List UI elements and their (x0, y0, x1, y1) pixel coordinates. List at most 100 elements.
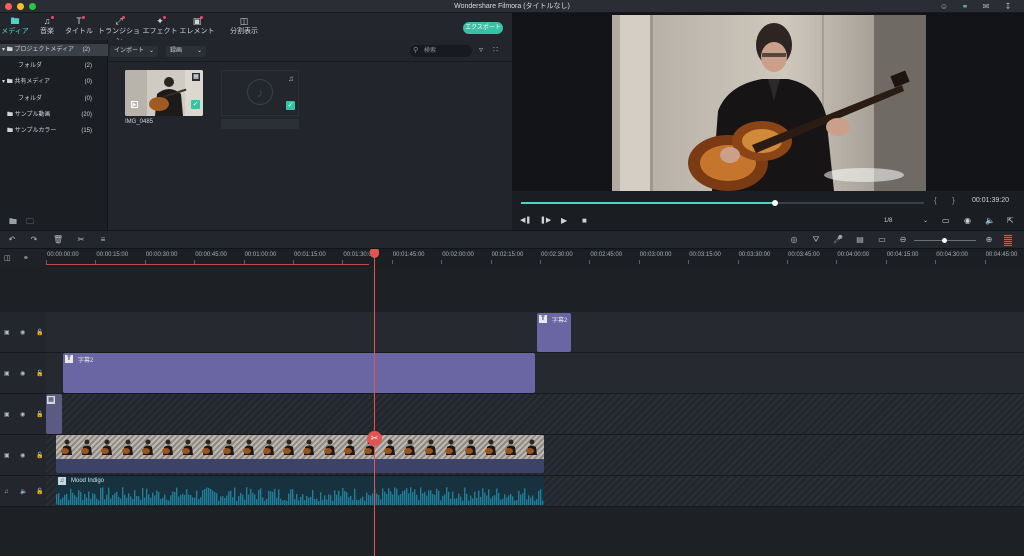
zoom-in-icon[interactable]: ⊕ (984, 235, 994, 245)
video-clip[interactable] (56, 435, 544, 473)
undo-icon[interactable]: ↶ (7, 235, 17, 245)
media-thumbnail-audio[interactable]: ♪ ♫ ✓ (221, 70, 299, 116)
export-button[interactable]: エクスポート (463, 22, 503, 34)
marker-icon[interactable]: ⛛ (811, 235, 821, 245)
playhead[interactable]: ✂ (367, 249, 382, 556)
title-clip-top[interactable]: T 字幕2 (537, 313, 571, 352)
library-item-shared-folder[interactable]: フォルダ (0) (0, 93, 108, 105)
stop-icon[interactable]: ■ (582, 216, 587, 225)
waveform-bar (286, 500, 288, 505)
lock-icon[interactable]: 🔓 (36, 451, 43, 461)
waveform-bar (400, 494, 402, 505)
playhead-handle[interactable] (370, 249, 379, 258)
tab-split-screen[interactable]: ◫ 分割表示 (228, 13, 260, 40)
waveform-bar (348, 497, 350, 505)
search-input[interactable]: 検索 (410, 45, 472, 57)
volume-icon[interactable]: 🔈 (985, 216, 995, 225)
redo-icon[interactable]: ↷ (29, 235, 39, 245)
library-item-folder[interactable]: フォルダ (2) (0, 60, 108, 72)
waveform-bar (250, 488, 252, 505)
mixer-icon[interactable]: ▤ (855, 235, 865, 245)
mark-in-icon[interactable]: { (934, 196, 937, 205)
grid-view-icon[interactable]: ∷ (493, 45, 498, 54)
subtitle-icon[interactable]: ▭ (877, 235, 887, 245)
tab-transition[interactable]: ⤢ トランジション (96, 13, 142, 45)
preview-scrubber[interactable] (521, 200, 924, 206)
lock-icon[interactable]: 🔓 (36, 410, 43, 420)
quality-dropdown[interactable]: 1/8 ⌄ (884, 216, 930, 226)
cut-icon[interactable]: ✂ (76, 235, 86, 245)
waveform-bar (454, 498, 456, 505)
overlay-clip[interactable]: ▦ (46, 394, 62, 434)
audio-type-icon: ♫ (288, 74, 294, 83)
mail-icon[interactable]: ✉ (981, 2, 991, 11)
microphone-icon[interactable]: 🎤 (833, 235, 843, 245)
waveform-bar (474, 491, 476, 505)
scissors-icon[interactable]: ✂ (367, 431, 382, 446)
waveform-bar (542, 500, 544, 505)
waveform-bar (524, 488, 526, 505)
title-clip-long[interactable]: T 字幕2 (63, 353, 535, 393)
library-item-project-media[interactable]: ▾ 🖿 プロジェクトメディア (2) (0, 44, 108, 56)
waveform-bar (350, 495, 352, 505)
fullscreen-icon[interactable]: ⇱ (1007, 216, 1014, 225)
ruler-tick-label: 00:03:15:00 (689, 252, 721, 258)
tab-music[interactable]: ♫ 音楽 (34, 13, 60, 40)
link-icon[interactable]: ⚭ (23, 254, 29, 262)
tab-effect[interactable]: ✦ エフェクト (142, 13, 178, 40)
waveform-bar (62, 497, 64, 505)
render-icon[interactable]: ◎ (789, 235, 799, 245)
open-folder-icon[interactable]: 🗀 (26, 216, 34, 230)
library-item-sample-video[interactable]: 🖿 サンプル動画 (20) (0, 109, 108, 121)
tab-element[interactable]: ▣ エレメント (179, 13, 215, 40)
zoom-out-icon[interactable]: ⊖ (898, 235, 908, 245)
waveform-bar (60, 499, 62, 505)
split-screen-icon: ◫ (239, 16, 249, 26)
media-thumbnail-img-0485[interactable]: ▶ ▦ ✓ (125, 70, 203, 116)
adjust-icon[interactable]: ≡ (98, 235, 108, 245)
speaker-icon[interactable]: 🔈 (20, 487, 27, 497)
play-icon[interactable]: ▶ (561, 216, 567, 225)
download-icon[interactable]: ↧ (1003, 2, 1013, 11)
audio-clip[interactable]: ♫ Mood Indigo (56, 476, 544, 505)
waveform-bar (118, 497, 120, 505)
prev-frame-icon[interactable]: ◀❚ (520, 216, 531, 224)
lock-icon[interactable]: 🔓 (36, 328, 43, 338)
filmstrip-frame (201, 439, 215, 455)
waveform-bar (338, 490, 340, 505)
waveform-bar (508, 495, 510, 505)
library-item-shared-media[interactable]: ▾ 🖿 共有メディア (0) (0, 76, 108, 88)
delete-icon[interactable]: 🗑 (53, 235, 63, 245)
waveform-bar (532, 495, 534, 505)
timeline-ruler[interactable]: ◫ ⚭ 00:00:00:00 00:00:15:00 00:00:30:00 00:… (0, 249, 1024, 267)
snapshot-icon[interactable]: ◉ (964, 216, 971, 225)
filmstrip-frame (181, 439, 195, 455)
eye-icon[interactable]: ◉ (20, 410, 25, 420)
lock-icon[interactable]: 🔓 (36, 487, 43, 497)
filter-icon[interactable]: ▿ (479, 45, 483, 54)
library-item-sample-color[interactable]: 🖿 サンプルカラー (15) (0, 125, 108, 137)
play-pause-icon[interactable]: ❚▶ (540, 216, 551, 224)
waveform-bar (280, 498, 282, 505)
waveform-bar (188, 494, 190, 505)
display-icon[interactable]: ▭ (942, 216, 950, 225)
mark-out-icon[interactable]: } (952, 196, 955, 205)
add-track-icon[interactable]: ◫ (4, 254, 11, 262)
waveform-bar (130, 496, 132, 505)
new-folder-icon[interactable]: 🖿 (9, 216, 17, 230)
zoom-slider[interactable] (914, 238, 976, 243)
waveform-bar (56, 494, 58, 505)
zoom-slider-handle[interactable] (942, 238, 947, 243)
scrubber-handle[interactable] (771, 200, 778, 206)
import-dropdown[interactable]: インポート ⌄ (110, 46, 158, 57)
waveform-bar (488, 489, 490, 505)
tab-title[interactable]: T タイトル (63, 13, 95, 40)
user-icon[interactable]: ☺ (939, 2, 949, 11)
record-dropdown[interactable]: 録画 ⌄ (166, 46, 206, 57)
eye-icon[interactable]: ◉ (20, 369, 25, 379)
eye-icon[interactable]: ◉ (20, 451, 25, 461)
lock-icon[interactable]: 🔓 (36, 369, 43, 379)
headset-icon[interactable]: ⚭ (960, 2, 970, 11)
eye-icon[interactable]: ◉ (20, 328, 25, 338)
tab-media[interactable]: 🖿 メディア (0, 13, 30, 40)
